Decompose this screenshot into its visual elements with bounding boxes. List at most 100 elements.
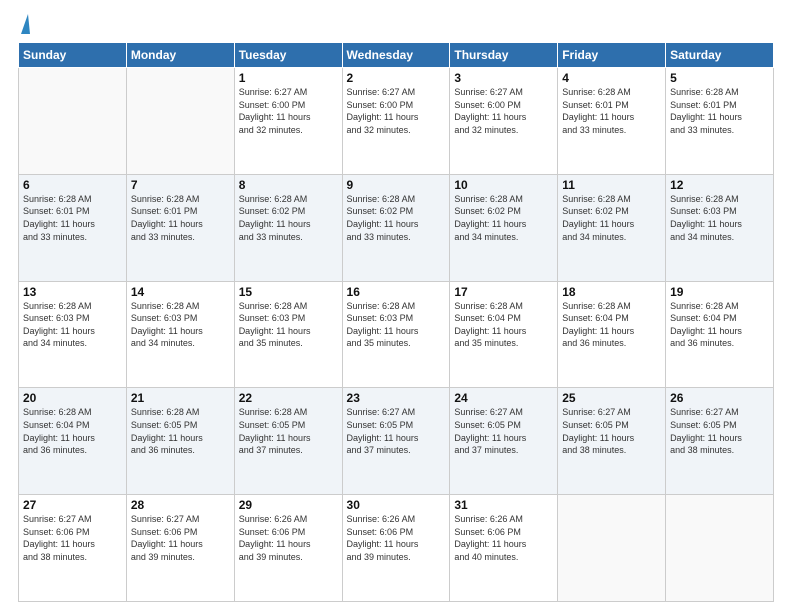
calendar-cell: 19Sunrise: 6:28 AM Sunset: 6:04 PM Dayli… bbox=[666, 281, 774, 388]
calendar-cell: 26Sunrise: 6:27 AM Sunset: 6:05 PM Dayli… bbox=[666, 388, 774, 495]
day-info: Sunrise: 6:26 AM Sunset: 6:06 PM Dayligh… bbox=[347, 513, 446, 563]
day-info: Sunrise: 6:28 AM Sunset: 6:01 PM Dayligh… bbox=[562, 86, 661, 136]
day-number: 13 bbox=[23, 285, 122, 299]
day-number: 16 bbox=[347, 285, 446, 299]
day-info: Sunrise: 6:28 AM Sunset: 6:03 PM Dayligh… bbox=[670, 193, 769, 243]
calendar-cell: 15Sunrise: 6:28 AM Sunset: 6:03 PM Dayli… bbox=[234, 281, 342, 388]
day-info: Sunrise: 6:28 AM Sunset: 6:01 PM Dayligh… bbox=[670, 86, 769, 136]
calendar-cell: 9Sunrise: 6:28 AM Sunset: 6:02 PM Daylig… bbox=[342, 174, 450, 281]
day-info: Sunrise: 6:27 AM Sunset: 6:00 PM Dayligh… bbox=[239, 86, 338, 136]
calendar-week-row: 27Sunrise: 6:27 AM Sunset: 6:06 PM Dayli… bbox=[19, 495, 774, 602]
calendar-cell bbox=[666, 495, 774, 602]
logo-triangle-icon bbox=[21, 14, 30, 34]
calendar-cell: 28Sunrise: 6:27 AM Sunset: 6:06 PM Dayli… bbox=[126, 495, 234, 602]
calendar-cell: 1Sunrise: 6:27 AM Sunset: 6:00 PM Daylig… bbox=[234, 68, 342, 175]
day-number: 14 bbox=[131, 285, 230, 299]
calendar-cell: 18Sunrise: 6:28 AM Sunset: 6:04 PM Dayli… bbox=[558, 281, 666, 388]
calendar-day-header: Sunday bbox=[19, 43, 127, 68]
day-info: Sunrise: 6:28 AM Sunset: 6:03 PM Dayligh… bbox=[239, 300, 338, 350]
day-info: Sunrise: 6:27 AM Sunset: 6:06 PM Dayligh… bbox=[23, 513, 122, 563]
day-info: Sunrise: 6:27 AM Sunset: 6:00 PM Dayligh… bbox=[347, 86, 446, 136]
day-info: Sunrise: 6:28 AM Sunset: 6:04 PM Dayligh… bbox=[454, 300, 553, 350]
calendar-table: SundayMondayTuesdayWednesdayThursdayFrid… bbox=[18, 42, 774, 602]
calendar-cell: 13Sunrise: 6:28 AM Sunset: 6:03 PM Dayli… bbox=[19, 281, 127, 388]
day-info: Sunrise: 6:28 AM Sunset: 6:02 PM Dayligh… bbox=[562, 193, 661, 243]
day-number: 6 bbox=[23, 178, 122, 192]
calendar-cell: 29Sunrise: 6:26 AM Sunset: 6:06 PM Dayli… bbox=[234, 495, 342, 602]
day-number: 18 bbox=[562, 285, 661, 299]
day-info: Sunrise: 6:28 AM Sunset: 6:04 PM Dayligh… bbox=[23, 406, 122, 456]
day-number: 11 bbox=[562, 178, 661, 192]
calendar-day-header: Saturday bbox=[666, 43, 774, 68]
day-info: Sunrise: 6:28 AM Sunset: 6:02 PM Dayligh… bbox=[454, 193, 553, 243]
calendar-day-header: Friday bbox=[558, 43, 666, 68]
day-info: Sunrise: 6:28 AM Sunset: 6:05 PM Dayligh… bbox=[239, 406, 338, 456]
day-number: 3 bbox=[454, 71, 553, 85]
day-info: Sunrise: 6:27 AM Sunset: 6:05 PM Dayligh… bbox=[670, 406, 769, 456]
day-number: 15 bbox=[239, 285, 338, 299]
calendar-cell: 10Sunrise: 6:28 AM Sunset: 6:02 PM Dayli… bbox=[450, 174, 558, 281]
calendar-day-header: Wednesday bbox=[342, 43, 450, 68]
day-info: Sunrise: 6:27 AM Sunset: 6:05 PM Dayligh… bbox=[562, 406, 661, 456]
calendar-day-header: Tuesday bbox=[234, 43, 342, 68]
calendar-cell: 27Sunrise: 6:27 AM Sunset: 6:06 PM Dayli… bbox=[19, 495, 127, 602]
day-info: Sunrise: 6:28 AM Sunset: 6:03 PM Dayligh… bbox=[23, 300, 122, 350]
calendar-cell: 6Sunrise: 6:28 AM Sunset: 6:01 PM Daylig… bbox=[19, 174, 127, 281]
day-number: 19 bbox=[670, 285, 769, 299]
page: SundayMondayTuesdayWednesdayThursdayFrid… bbox=[0, 0, 792, 612]
calendar-cell: 11Sunrise: 6:28 AM Sunset: 6:02 PM Dayli… bbox=[558, 174, 666, 281]
calendar-cell: 21Sunrise: 6:28 AM Sunset: 6:05 PM Dayli… bbox=[126, 388, 234, 495]
day-info: Sunrise: 6:28 AM Sunset: 6:04 PM Dayligh… bbox=[562, 300, 661, 350]
day-number: 27 bbox=[23, 498, 122, 512]
day-number: 26 bbox=[670, 391, 769, 405]
day-info: Sunrise: 6:28 AM Sunset: 6:03 PM Dayligh… bbox=[347, 300, 446, 350]
day-number: 1 bbox=[239, 71, 338, 85]
calendar-cell: 25Sunrise: 6:27 AM Sunset: 6:05 PM Dayli… bbox=[558, 388, 666, 495]
calendar-cell bbox=[126, 68, 234, 175]
day-number: 9 bbox=[347, 178, 446, 192]
day-number: 20 bbox=[23, 391, 122, 405]
calendar-header-row: SundayMondayTuesdayWednesdayThursdayFrid… bbox=[19, 43, 774, 68]
calendar-cell: 30Sunrise: 6:26 AM Sunset: 6:06 PM Dayli… bbox=[342, 495, 450, 602]
day-number: 30 bbox=[347, 498, 446, 512]
calendar-week-row: 6 Sunrise: 6:28 AM Sunset: 6:01 PM Daylig… bbox=[19, 174, 774, 281]
day-info: Sunrise: 6:27 AM Sunset: 6:06 PM Dayligh… bbox=[131, 513, 230, 563]
logo bbox=[18, 18, 30, 34]
calendar-cell: 23Sunrise: 6:27 AM Sunset: 6:05 PM Dayli… bbox=[342, 388, 450, 495]
calendar-day-header: Monday bbox=[126, 43, 234, 68]
day-number: 8 bbox=[239, 178, 338, 192]
calendar-cell: 24Sunrise: 6:27 AM Sunset: 6:05 PM Dayli… bbox=[450, 388, 558, 495]
calendar-cell: 3Sunrise: 6:27 AM Sunset: 6:00 PM Daylig… bbox=[450, 68, 558, 175]
day-number: 12 bbox=[670, 178, 769, 192]
day-info: Sunrise: 6:27 AM Sunset: 6:05 PM Dayligh… bbox=[454, 406, 553, 456]
calendar-week-row: 13Sunrise: 6:28 AM Sunset: 6:03 PM Dayli… bbox=[19, 281, 774, 388]
calendar-cell: 8Sunrise: 6:28 AM Sunset: 6:02 PM Daylig… bbox=[234, 174, 342, 281]
day-number: 29 bbox=[239, 498, 338, 512]
day-number: 17 bbox=[454, 285, 553, 299]
calendar-cell: 7Sunrise: 6:28 AM Sunset: 6:01 PM Daylig… bbox=[126, 174, 234, 281]
calendar-cell: 17Sunrise: 6:28 AM Sunset: 6:04 PM Dayli… bbox=[450, 281, 558, 388]
calendar-cell: 5Sunrise: 6:28 AM Sunset: 6:01 PM Daylig… bbox=[666, 68, 774, 175]
calendar-cell: 2Sunrise: 6:27 AM Sunset: 6:00 PM Daylig… bbox=[342, 68, 450, 175]
header bbox=[18, 18, 774, 34]
calendar-cell: 22Sunrise: 6:28 AM Sunset: 6:05 PM Dayli… bbox=[234, 388, 342, 495]
day-info: Sunrise: 6:28 AM Sunset: 6:01 PM Dayligh… bbox=[131, 193, 230, 243]
day-info: Sunrise: 6:27 AM Sunset: 6:00 PM Dayligh… bbox=[454, 86, 553, 136]
day-info: Sunrise: 6:28 AM Sunset: 6:02 PM Dayligh… bbox=[347, 193, 446, 243]
day-info: Sunrise: 6:28 AM Sunset: 6:05 PM Dayligh… bbox=[131, 406, 230, 456]
calendar-cell: 14Sunrise: 6:28 AM Sunset: 6:03 PM Dayli… bbox=[126, 281, 234, 388]
day-number: 4 bbox=[562, 71, 661, 85]
day-number: 7 bbox=[131, 178, 230, 192]
day-info: Sunrise: 6:28 AM Sunset: 6:04 PM Dayligh… bbox=[670, 300, 769, 350]
calendar-cell bbox=[19, 68, 127, 175]
day-number: 28 bbox=[131, 498, 230, 512]
calendar-cell: 16Sunrise: 6:28 AM Sunset: 6:03 PM Dayli… bbox=[342, 281, 450, 388]
calendar-week-row: 1Sunrise: 6:27 AM Sunset: 6:00 PM Daylig… bbox=[19, 68, 774, 175]
day-number: 5 bbox=[670, 71, 769, 85]
day-number: 2 bbox=[347, 71, 446, 85]
day-number: 22 bbox=[239, 391, 338, 405]
day-info: Sunrise: 6:27 AM Sunset: 6:05 PM Dayligh… bbox=[347, 406, 446, 456]
day-info: Sunrise: 6:28 AM Sunset: 6:03 PM Dayligh… bbox=[131, 300, 230, 350]
day-info: Sunrise: 6:28 AM Sunset: 6:02 PM Dayligh… bbox=[239, 193, 338, 243]
calendar-cell: 20Sunrise: 6:28 AM Sunset: 6:04 PM Dayli… bbox=[19, 388, 127, 495]
